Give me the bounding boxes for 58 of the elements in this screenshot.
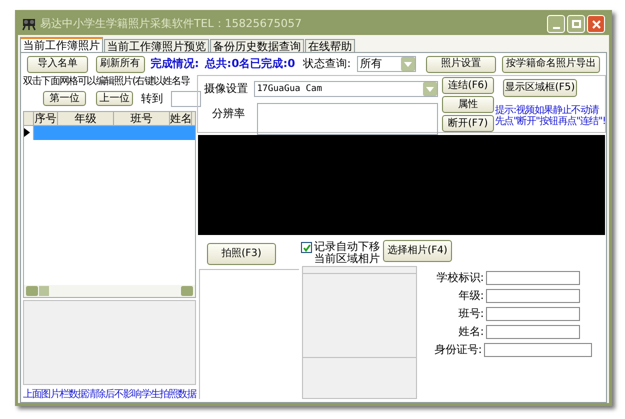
shoot-button[interactable]: 拍照(F3) — [207, 243, 276, 265]
auto-move-label: 记录自动下移 当前区域相片 — [314, 241, 380, 265]
resolution-box[interactable] — [257, 102, 438, 134]
camera-dropdown[interactable]: 17GuaGua Cam — [254, 81, 438, 98]
column-header[interactable]: 姓名 — [170, 112, 192, 125]
resolution-label: 分辨率 — [211, 106, 245, 122]
grid-hint: 双击下面网格可以编辑照片(右键以姓名导 — [23, 75, 190, 89]
check-icon — [302, 244, 310, 252]
photo-settings-button[interactable]: 照片设置 — [426, 56, 496, 72]
close-icon — [592, 20, 600, 28]
tab[interactable]: 在线帮助 — [305, 39, 355, 52]
form-field[interactable] — [486, 325, 580, 339]
camera-label: 摄像设置 — [204, 81, 248, 97]
form-field[interactable] — [484, 343, 592, 357]
auto-move-checkbox[interactable] — [301, 242, 312, 253]
form-label: 姓名: — [458, 324, 484, 340]
close-button[interactable] — [587, 15, 605, 33]
connect-button[interactable]: 连结(F6) — [442, 77, 494, 94]
status-dropdown[interactable]: 所有 — [356, 56, 416, 72]
disconnect-button[interactable]: 断开(F7) — [442, 115, 494, 132]
form-field[interactable] — [486, 307, 580, 321]
tab[interactable]: 当前工作簿照片 — [20, 37, 103, 52]
footer-note: 上面图片栏数据清除后不影响学生拍照数据 — [23, 388, 196, 402]
export-button[interactable]: 按学籍命名照片导出 — [502, 56, 600, 72]
maximize-button[interactable] — [567, 15, 585, 33]
choose-photo-button[interactable]: 选择相片(F4) — [383, 240, 452, 262]
form-label: 身份证号: — [434, 342, 482, 358]
status-label: 状态查询: — [303, 56, 351, 72]
refresh-button[interactable]: 刷新所有 — [96, 56, 145, 72]
goto-label: 转到 — [141, 90, 163, 107]
progress-label: 完成情况: — [150, 56, 200, 72]
progress-value: 总共:0名已完成:0 — [205, 56, 296, 72]
tab[interactable]: 当前工作簿照片预览 — [104, 39, 209, 52]
form-field[interactable] — [486, 289, 580, 303]
camera-icon — [22, 17, 36, 31]
minimize-button[interactable] — [547, 15, 565, 33]
maximize-icon — [572, 20, 580, 28]
tip-text: 先点"断开"按钮再点"连结"! — [495, 116, 606, 127]
form-label: 年级: — [458, 288, 484, 304]
form-label: 班号: — [458, 306, 484, 322]
row-pointer-icon — [24, 128, 30, 138]
minimize-icon — [552, 27, 560, 29]
table-row[interactable] — [24, 126, 195, 140]
tab[interactable]: 备份历史数据查询 — [210, 39, 304, 52]
previous-button[interactable]: 上一位 — [96, 91, 133, 106]
import-button[interactable]: 导入名单 — [27, 56, 88, 72]
column-header[interactable]: 班号 — [114, 112, 170, 125]
tip-text: 提示:视频如果静止不动请 — [495, 105, 600, 116]
form-field[interactable] — [486, 271, 580, 285]
column-header[interactable]: 序号 — [34, 112, 58, 125]
properties-button[interactable]: 属性 — [442, 96, 494, 113]
window-title: 易达中小学生学籍照片采集软件TEL：15825675057 — [40, 16, 302, 32]
horizontal-scrollbar[interactable] — [24, 284, 195, 297]
column-header[interactable]: 年级 — [58, 112, 114, 125]
show-frame-button[interactable]: 显示区域框(F5) — [503, 79, 577, 97]
form-label: 学校标识: — [436, 270, 484, 286]
first-button[interactable]: 第一位 — [43, 91, 86, 106]
goto-field[interactable] — [171, 90, 201, 107]
